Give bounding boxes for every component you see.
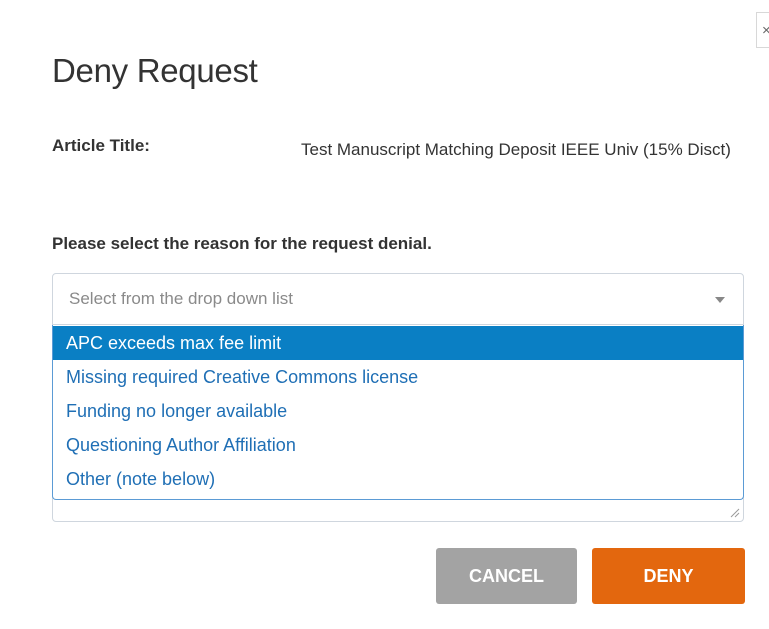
close-icon: ×: [762, 21, 769, 39]
option-funding-unavailable[interactable]: Funding no longer available: [53, 394, 743, 428]
option-apc-exceeds-max-fee[interactable]: APC exceeds max fee limit: [53, 326, 743, 360]
option-missing-cc-license[interactable]: Missing required Creative Commons licens…: [53, 360, 743, 394]
article-title-value: Test Manuscript Matching Deposit IEEE Un…: [301, 140, 731, 159]
deny-request-dialog: × Deny Request Article Title: Test Manus…: [0, 0, 769, 629]
option-other[interactable]: Other (note below): [53, 462, 743, 496]
option-questioning-affiliation[interactable]: Questioning Author Affiliation: [53, 428, 743, 462]
reason-dropdown-list: APC exceeds max fee limit Missing requir…: [52, 325, 744, 500]
chevron-down-icon: [715, 297, 725, 303]
cancel-button[interactable]: CANCEL: [436, 548, 577, 604]
close-button[interactable]: ×: [756, 12, 769, 48]
dialog-title: Deny Request: [52, 52, 258, 89]
reason-select[interactable]: Select from the drop down list: [52, 273, 744, 325]
article-title-label: Article Title:: [52, 136, 150, 155]
select-placeholder: Select from the drop down list: [69, 289, 293, 308]
deny-button[interactable]: DENY: [592, 548, 745, 604]
resize-grip-icon[interactable]: [730, 508, 740, 518]
reason-heading: Please select the reason for the request…: [52, 234, 432, 253]
